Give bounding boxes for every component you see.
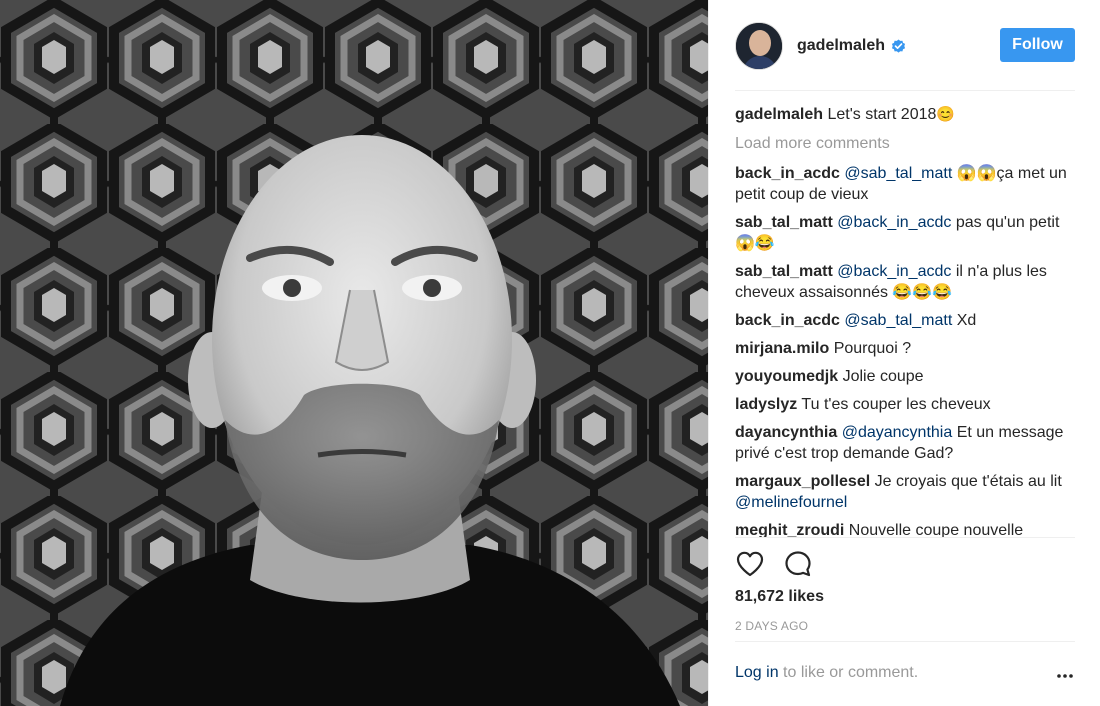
post-sidebar: gadelmaleh Follow gadelmaleh Let's start…: [708, 0, 1100, 706]
comment-mention[interactable]: @sab_tal_matt: [844, 165, 952, 182]
post-caption: gadelmaleh Let's start 2018😊: [735, 104, 1075, 125]
header-divider: [735, 90, 1075, 91]
comment-username[interactable]: back_in_acdc: [735, 312, 840, 329]
login-prompt-text: to like or comment.: [778, 664, 919, 681]
comment-item: meghit_zroudi Nouvelle coupe nouvelle: [735, 520, 1075, 537]
more-options-icon[interactable]: [1055, 666, 1075, 686]
comment-bubble-icon[interactable]: [783, 549, 813, 579]
post-photo: [0, 0, 708, 706]
comment-item: margaux_pollesel Je croyais que t'étais …: [735, 471, 1075, 513]
post-username[interactable]: gadelmaleh: [797, 37, 885, 55]
comment-item: back_in_acdc @sab_tal_matt Xd: [735, 310, 1075, 331]
comments-divider: [735, 537, 1075, 538]
caption-text: Let's start 2018: [827, 106, 937, 123]
comment-text: Pourquoi ?: [833, 340, 912, 357]
post-photo-image: [0, 0, 708, 706]
comment-item: mirjana.milo Pourquoi ?: [735, 338, 1075, 359]
comment-username[interactable]: ladyslyz: [735, 396, 797, 413]
comment-username[interactable]: back_in_acdc: [735, 165, 840, 182]
comment-username[interactable]: meghit_zroudi: [735, 522, 844, 537]
comment-item: dayancynthia @dayancynthia Et un message…: [735, 422, 1075, 464]
comment-mention[interactable]: @back_in_acdc: [837, 214, 951, 231]
likes-count[interactable]: 81,672 likes: [735, 588, 824, 606]
comment-item: youyoumedjk Jolie coupe: [735, 366, 1075, 387]
caption-username[interactable]: gadelmaleh: [735, 106, 823, 123]
comment-item: sab_tal_matt @back_in_acdc il n'a plus l…: [735, 261, 1075, 303]
comment-text: Je croyais que t'étais au lit: [874, 473, 1062, 490]
comment-mention[interactable]: @melinefournel: [735, 494, 847, 511]
login-footer: Log in to like or comment.: [735, 664, 1075, 688]
heart-icon[interactable]: [735, 549, 765, 579]
post-timestamp: 2 DAYS AGO: [735, 619, 809, 633]
load-more-comments-link[interactable]: Load more comments: [735, 133, 1075, 154]
comment-username[interactable]: mirjana.milo: [735, 340, 829, 357]
login-link[interactable]: Log in: [735, 664, 779, 681]
comment-text: Jolie coupe: [842, 368, 924, 385]
follow-button[interactable]: Follow: [1000, 28, 1075, 62]
comment-username[interactable]: sab_tal_matt: [735, 263, 833, 280]
footer-divider: [735, 641, 1075, 642]
avatar-image: [736, 23, 782, 69]
comment-item: back_in_acdc @sab_tal_matt 😱😱ça met un p…: [735, 163, 1075, 205]
comment-mention[interactable]: @dayancynthia: [842, 424, 953, 441]
post-actions: [735, 548, 1075, 580]
comment-item: sab_tal_matt @back_in_acdc pas qu'un pet…: [735, 212, 1075, 254]
post-header: gadelmaleh Follow: [735, 18, 1075, 74]
comment-text: Nouvelle coupe nouvelle: [848, 522, 1024, 537]
avatar[interactable]: [735, 22, 783, 70]
comments-list[interactable]: gadelmaleh Let's start 2018😊 Load more c…: [735, 100, 1075, 537]
comment-username[interactable]: dayancynthia: [735, 424, 837, 441]
comment-username[interactable]: sab_tal_matt: [735, 214, 833, 231]
comment-mention[interactable]: @back_in_acdc: [837, 263, 951, 280]
comment-text: Xd: [952, 312, 977, 329]
caption-emoji: 😊: [936, 106, 956, 123]
comment-mention[interactable]: @sab_tal_matt: [844, 312, 952, 329]
comment-username[interactable]: margaux_pollesel: [735, 473, 870, 490]
verified-badge-icon: [891, 38, 906, 53]
comment-item: ladyslyz Tu t'es couper les cheveux: [735, 394, 1075, 415]
comment-username[interactable]: youyoumedjk: [735, 368, 838, 385]
comment-text: Tu t'es couper les cheveux: [801, 396, 991, 413]
